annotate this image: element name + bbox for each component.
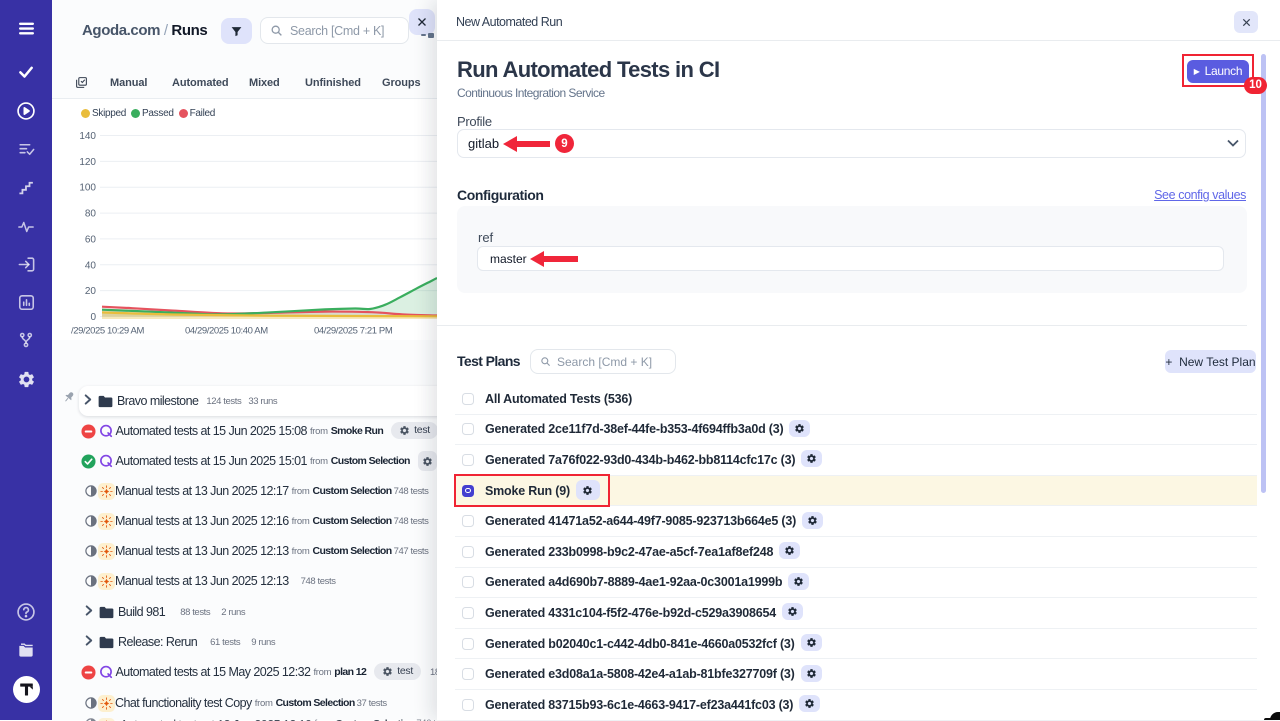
svg-text:100: 100	[79, 183, 96, 194]
svg-text:20: 20	[85, 286, 97, 297]
svg-text:60: 60	[85, 234, 97, 245]
svg-text:04/29/2025 10:40 AM: 04/29/2025 10:40 AM	[185, 326, 268, 337]
svg-text:80: 80	[85, 209, 97, 220]
svg-text:04/29/2025 7:21 PM: 04/29/2025 7:21 PM	[314, 326, 393, 337]
svg-text:/29/2025 10:29 AM: /29/2025 10:29 AM	[71, 326, 144, 337]
svg-text:0: 0	[90, 312, 96, 323]
svg-text:120: 120	[79, 157, 96, 168]
svg-text:40: 40	[85, 260, 97, 271]
svg-text:140: 140	[79, 131, 96, 142]
